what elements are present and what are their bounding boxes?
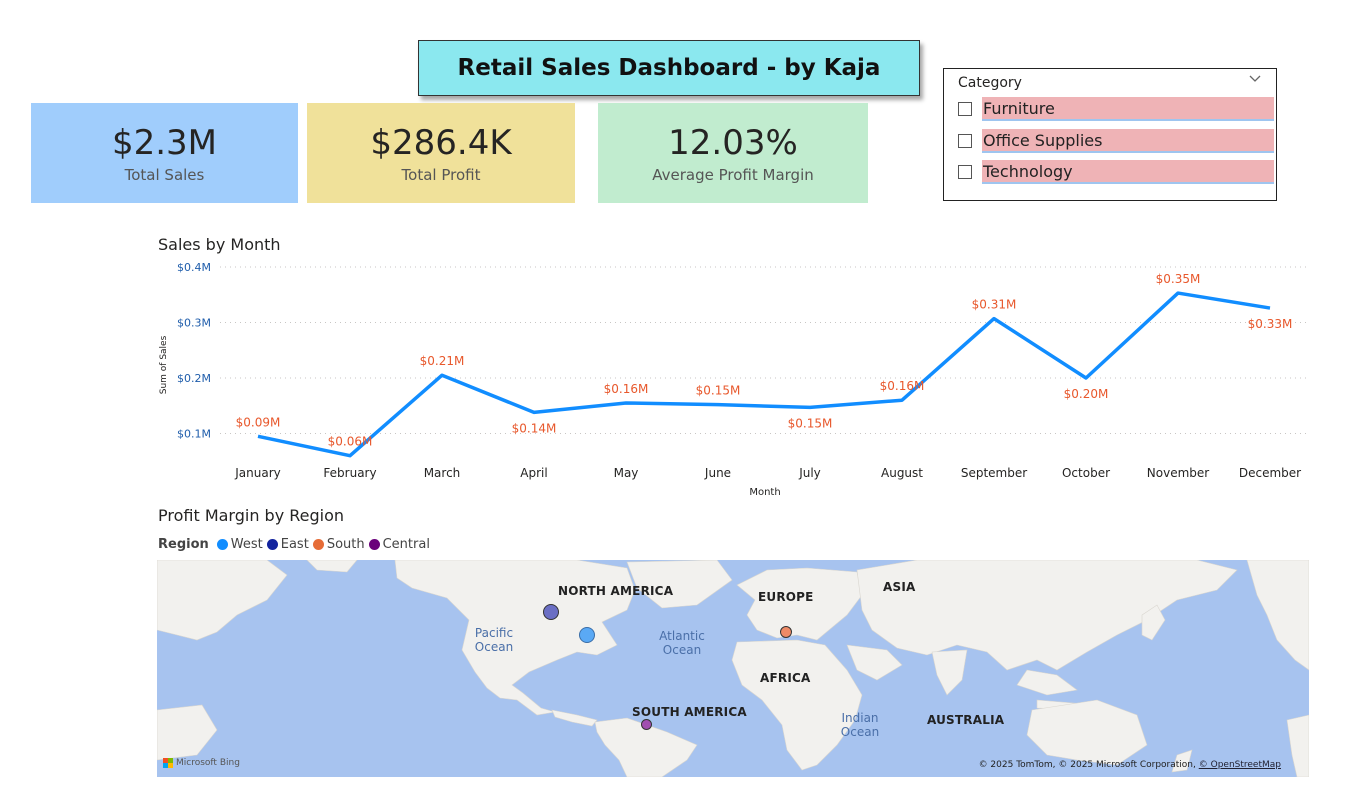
kpi-card-total-profit[interactable]: $286.4K Total Profit (307, 103, 575, 203)
continent-label: NORTH AMERICA (558, 584, 674, 598)
sales-by-month-chart[interactable]: $0.1M $0.2M $0.3M $0.4M Sum of Sales January F… (150, 255, 1320, 500)
x-tick-label: May (614, 466, 639, 480)
series-line-sales (257, 291, 1271, 458)
kpi-label: Total Sales (124, 165, 205, 184)
legend-dot (312, 539, 324, 550)
checkbox[interactable] (958, 134, 972, 148)
slicer-item-furniture[interactable]: Furniture (958, 96, 1274, 122)
legend-label: West (230, 537, 263, 552)
data-label: $0.21M (420, 354, 465, 368)
kpi-value: 12.03% (668, 122, 798, 163)
kpi-value: $2.3M (111, 122, 218, 163)
legend-label: East (280, 537, 309, 552)
x-tick-label: February (323, 466, 376, 480)
map-land-shapes (157, 560, 1309, 777)
continent-label: AUSTRALIA (927, 713, 1005, 727)
attribution-text: © 2025 TomTom, © 2025 Microsoft Corporat… (978, 760, 1196, 770)
y-tick-label: $0.3M (177, 317, 211, 330)
map-bubble-east[interactable] (543, 604, 559, 620)
dashboard-title: Retail Sales Dashboard - by Kaja (418, 40, 920, 96)
bing-text: Microsoft Bing (176, 758, 240, 768)
data-label: $0.33M (1248, 317, 1293, 331)
ocean-label: Atlantic Ocean (659, 629, 705, 657)
slicer-item-office-supplies[interactable]: Office Supplies (958, 128, 1274, 154)
x-tick-label: June (704, 466, 731, 480)
map-bubble-central[interactable] (641, 719, 652, 730)
data-label: $0.31M (972, 298, 1017, 312)
data-label: $0.09M (236, 415, 281, 429)
category-slicer[interactable]: Category Furniture Office Supplies Techn… (943, 68, 1277, 201)
checkbox[interactable] (958, 102, 972, 116)
kpi-label: Average Profit Margin (652, 165, 814, 184)
x-tick-label: September (961, 466, 1027, 480)
chevron-down-icon[interactable] (1248, 71, 1262, 89)
continent-label: ASIA (883, 580, 916, 594)
legend-item-east[interactable]: East (266, 537, 309, 552)
y-tick-label: $0.1M (177, 428, 211, 441)
legend-dot (216, 539, 228, 550)
x-tick-label: January (234, 466, 281, 480)
slicer-item-label: Technology (982, 160, 1274, 184)
legend-title: Region (158, 537, 209, 552)
x-tick-label: March (424, 466, 461, 480)
continent-label: EUROPE (758, 590, 814, 604)
map-bubble-south[interactable] (780, 626, 792, 638)
legend-item-south[interactable]: South (312, 537, 365, 552)
legend-dot (266, 539, 278, 550)
openstreetmap-link[interactable]: © OpenStreetMap (1199, 760, 1281, 770)
y-axis-label: Sum of Sales (159, 335, 169, 394)
continent-label: SOUTH AMERICA (632, 705, 747, 719)
world-map[interactable]: NORTH AMERICA EUROPE ASIA AFRICA SOUTH A… (157, 560, 1309, 777)
x-tick-label: July (798, 466, 821, 480)
data-label: $0.06M (328, 435, 373, 449)
x-tick-label: October (1062, 466, 1110, 480)
map-attribution: © 2025 TomTom, © 2025 Microsoft Corporat… (979, 760, 1281, 770)
legend-label: South (326, 537, 365, 552)
y-tick-label: $0.4M (177, 261, 211, 274)
legend-item-west[interactable]: West (216, 537, 263, 552)
slicer-item-label: Office Supplies (982, 129, 1274, 153)
data-label: $0.16M (880, 379, 925, 393)
slicer-item-label: Furniture (982, 97, 1274, 121)
legend-item-central[interactable]: Central (368, 537, 430, 552)
kpi-value: $286.4K (370, 122, 512, 163)
x-tick-label: December (1239, 466, 1301, 480)
data-label: $0.15M (788, 416, 833, 430)
checkbox[interactable] (958, 165, 972, 179)
data-label: $0.20M (1064, 387, 1109, 401)
map-legend: Region West East South Central (158, 537, 434, 552)
x-tick-label: August (881, 466, 923, 480)
legend-dot (368, 539, 380, 550)
slicer-title: Category (958, 75, 1022, 91)
ocean-label: Indian Ocean (840, 711, 880, 739)
data-label: $0.14M (512, 421, 557, 435)
x-tick-label: November (1147, 466, 1209, 480)
map-bubble-west[interactable] (579, 627, 595, 643)
kpi-card-total-sales[interactable]: $2.3M Total Sales (31, 103, 298, 203)
y-tick-label: $0.2M (177, 372, 211, 385)
slicer-item-technology[interactable]: Technology (958, 159, 1274, 185)
map-title: Profit Margin by Region (158, 506, 345, 525)
data-label: $0.35M (1156, 272, 1201, 286)
data-label: $0.15M (696, 384, 741, 398)
kpi-label: Total Profit (401, 165, 481, 184)
continent-label: AFRICA (760, 671, 811, 685)
data-label: $0.16M (604, 382, 649, 396)
sales-chart-title: Sales by Month (158, 235, 281, 254)
microsoft-bing-logo: Microsoft Bing (163, 758, 240, 768)
microsoft-logo-icon (163, 758, 173, 768)
ocean-label: Pacific Ocean (474, 626, 514, 654)
legend-label: Central (382, 537, 430, 552)
kpi-card-average-profit-margin[interactable]: 12.03% Average Profit Margin (598, 103, 868, 203)
x-axis-label: Month (749, 487, 780, 498)
x-tick-label: April (520, 466, 547, 480)
